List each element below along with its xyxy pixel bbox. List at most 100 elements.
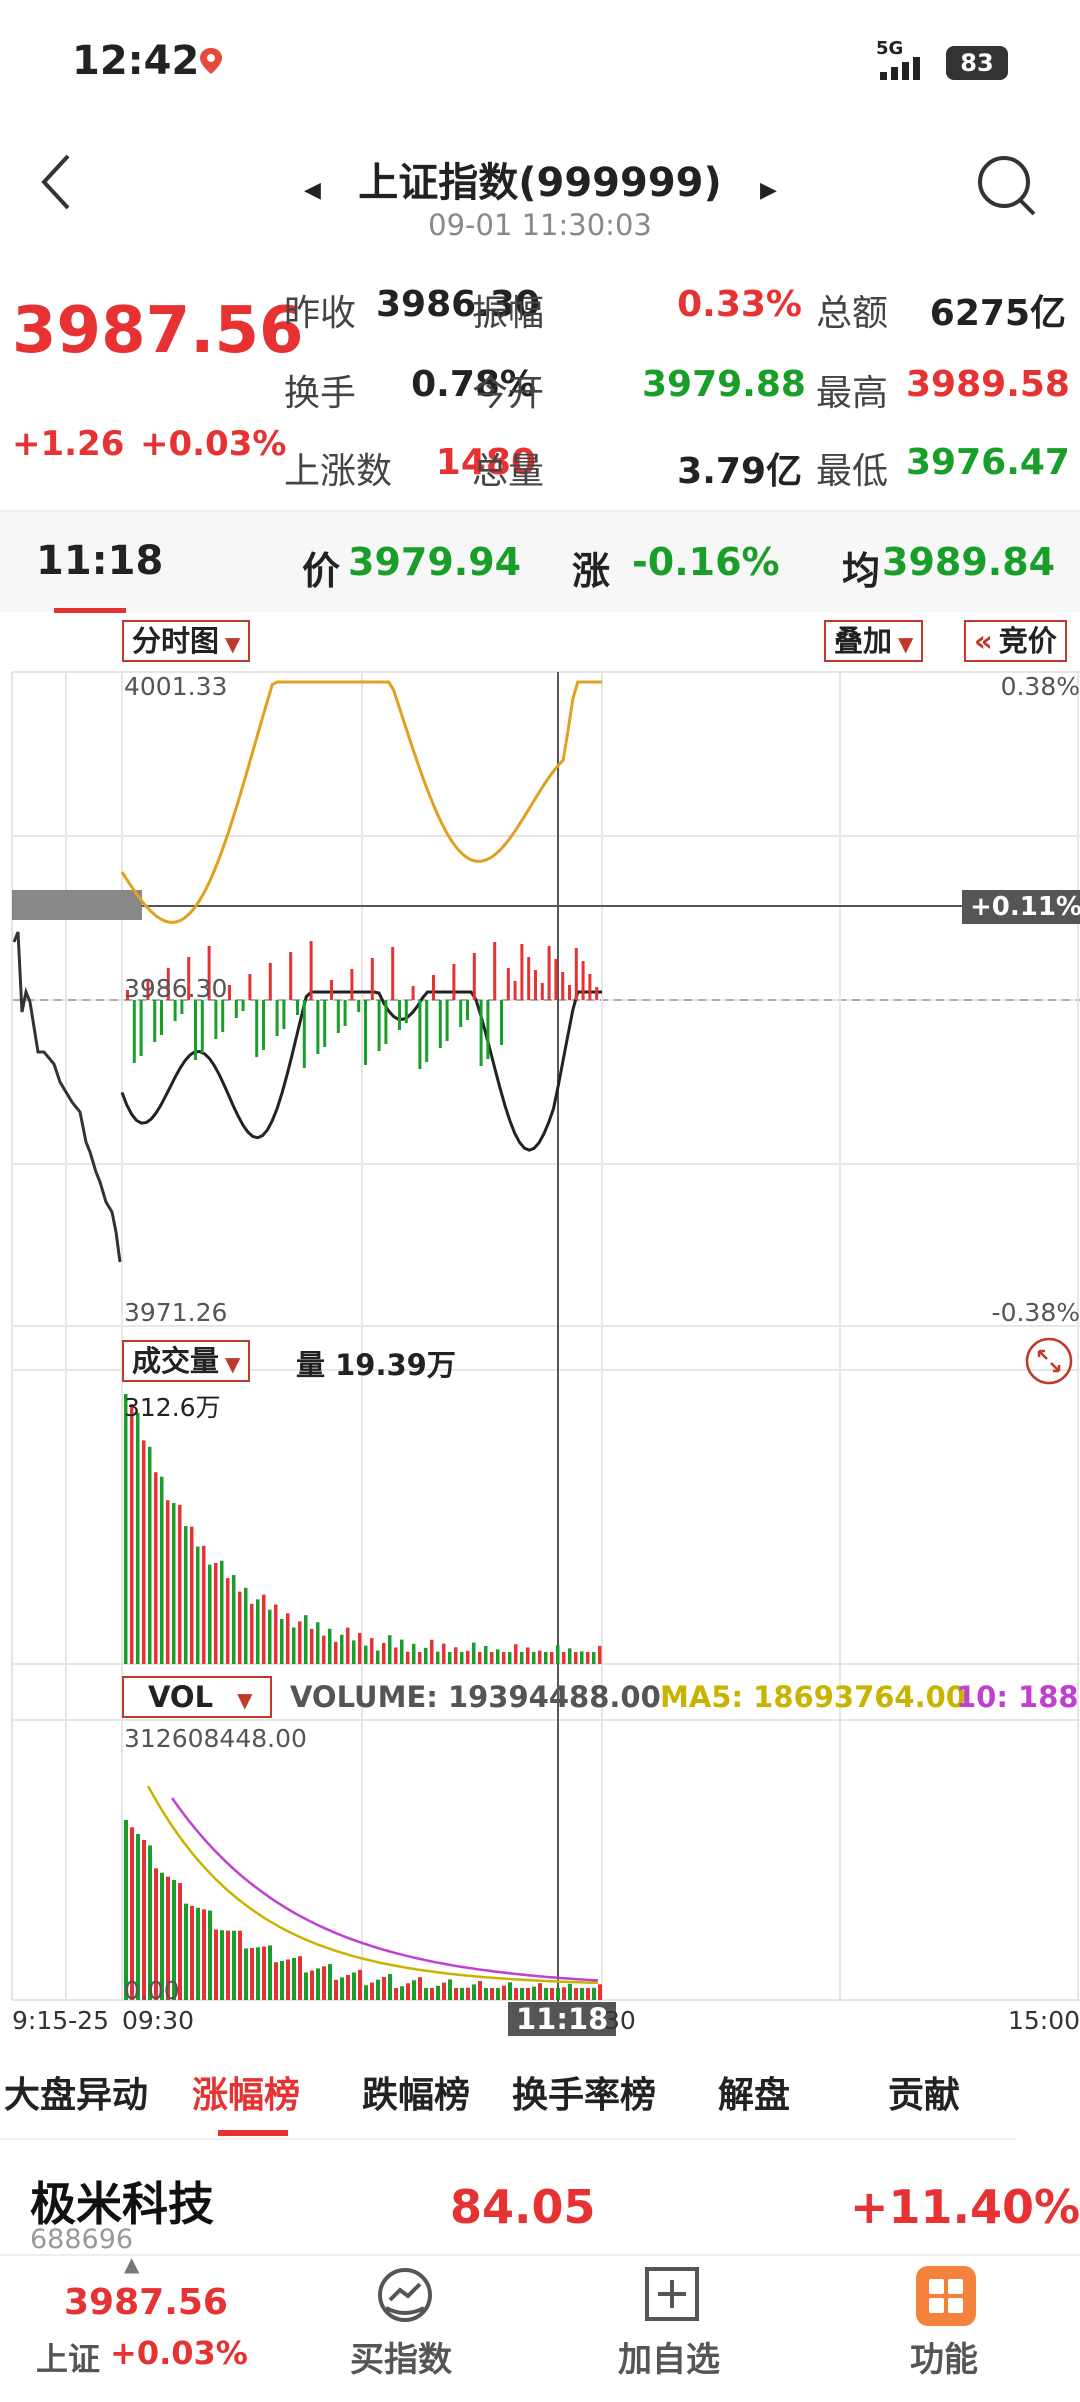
cursor-avg: 3989.84 [882, 540, 1056, 584]
stock-pct: +11.40% [850, 2180, 1080, 2234]
volume-bar [292, 1627, 296, 1664]
volume-bar [256, 1599, 260, 1664]
volume-bar [316, 1622, 320, 1664]
volume-bar [358, 1633, 362, 1664]
volume-bar [328, 1628, 332, 1664]
vol-bar [256, 1947, 260, 2000]
volume-bar [190, 1526, 194, 1664]
volume-bar [454, 1647, 458, 1664]
breadth-bar [547, 946, 551, 1000]
volume-bar [250, 1603, 254, 1664]
vol-bar [400, 1986, 404, 2000]
volume-bar [538, 1650, 542, 1664]
add-watchlist-button[interactable]: 加自选 [612, 2262, 732, 2392]
vol-bar [496, 1988, 500, 2000]
chart-type-dropdown[interactable]: 分时图 ▼ [122, 620, 251, 662]
breadth-bar [513, 981, 517, 1000]
breadth-bar [568, 985, 571, 1000]
volume-bar [280, 1618, 284, 1664]
tab-4[interactable]: 解盘 [718, 2066, 790, 2118]
overlay-dropdown[interactable]: 叠加 ▼ [824, 620, 924, 662]
tab-2[interactable]: 跌幅榜 [362, 2066, 470, 2118]
function-button[interactable]: 功能 [886, 2262, 1006, 2392]
tab-5[interactable]: 贡献 [888, 2066, 960, 2118]
volume-bar [478, 1652, 482, 1664]
breadth-bar [486, 1000, 490, 1059]
vol-bar [520, 1988, 524, 2000]
breadth-bar [534, 970, 537, 1000]
volume-bar [310, 1628, 314, 1664]
breadth-bar [459, 1000, 463, 1027]
vol-ma10-text: 10: 1881 [956, 1680, 1080, 1714]
location-icon [200, 48, 222, 74]
collapse-up-icon[interactable]: ▲ [124, 2252, 139, 2276]
breadth-bar [398, 1000, 401, 1030]
vol-axis-max: 312608448.00 [124, 1724, 307, 1753]
breadth-bar [520, 944, 524, 1000]
vol-bar [586, 1988, 590, 2000]
vol-bar [406, 1983, 410, 2000]
breadth-bar [452, 964, 456, 1000]
breadth-bar [262, 1000, 265, 1050]
index-title: 上证指数(999999) [358, 160, 722, 206]
quote-value: 3.79亿 [677, 451, 802, 492]
volume-bar [388, 1635, 392, 1664]
vol-indicator-dropdown[interactable]: VOL ▼ [122, 1676, 272, 1718]
breadth-bar [255, 1000, 259, 1057]
vol-bar [322, 1966, 326, 2000]
x-axis-cursor-tail: 30 [604, 2006, 636, 2035]
breadth-bar [275, 1000, 279, 1036]
vol-bar [538, 1983, 542, 2000]
chart-type-label: 分时图 [132, 624, 220, 658]
expand-icon[interactable] [1024, 1336, 1074, 1386]
next-index-arrow[interactable]: ▶ [760, 178, 777, 203]
buy-index-button[interactable]: 买指数 [344, 2262, 464, 2392]
x-axis-cursor: 11:18 [508, 2002, 617, 2036]
dropdown-arrow-icon: ▼ [898, 632, 914, 656]
volume-bar [352, 1640, 356, 1664]
vol-bar [514, 1988, 518, 2000]
vol-bar [568, 1983, 572, 2000]
volume-bar [130, 1404, 134, 1664]
dropdown-arrow-icon: ▼ [225, 1352, 241, 1376]
auction-button[interactable]: «竞价 [964, 620, 1067, 662]
signal-icon [880, 57, 920, 80]
tab-1[interactable]: 涨幅榜 [192, 2066, 300, 2118]
volume-bar [568, 1648, 572, 1664]
breadth-bar [472, 953, 476, 1000]
breadth-bar [221, 1000, 225, 1032]
breadth-bar [139, 1000, 143, 1056]
breadth-bar [425, 1000, 429, 1062]
vol-bar [238, 1930, 242, 2000]
vol-bar [358, 1969, 362, 2000]
volume-bar [340, 1634, 344, 1664]
mini-price[interactable]: 3987.56 [64, 2282, 228, 2323]
breadth-bar [234, 1000, 238, 1018]
quote-label: 最高 [816, 373, 889, 414]
tab-0[interactable]: 大盘异动 [4, 2066, 148, 2118]
quote-value: 3989.58 [906, 364, 1070, 405]
vol-bar [328, 1964, 332, 2000]
volume-bar [136, 1412, 140, 1664]
volume-bar [586, 1652, 590, 1664]
volume-axis-max: 312.6万 [124, 1393, 221, 1422]
breadth-bar [445, 1000, 449, 1041]
volume-bar [466, 1650, 470, 1664]
volume-bar [274, 1604, 278, 1664]
breadth-bar [241, 1000, 245, 1011]
volume-dropdown[interactable]: 成交量 ▼ [122, 1340, 251, 1382]
vol-axis-zero: 0.00 [124, 1976, 180, 2005]
search-icon[interactable] [976, 154, 1040, 218]
volume-bar [154, 1472, 158, 1664]
volume-bar [502, 1652, 506, 1664]
tab-3[interactable]: 换手率榜 [512, 2066, 656, 2118]
vol-bar [184, 1903, 188, 2000]
vol-bar [484, 1988, 488, 2000]
y-axis-max: 4001.33 [124, 672, 228, 701]
volume-bar [232, 1575, 236, 1664]
volume-bar [592, 1652, 596, 1664]
buy-index-icon [378, 2268, 432, 2322]
breadth-bar [336, 1000, 340, 1033]
quote-label: 振幅 [472, 293, 545, 334]
vol-bar [436, 1985, 440, 2000]
